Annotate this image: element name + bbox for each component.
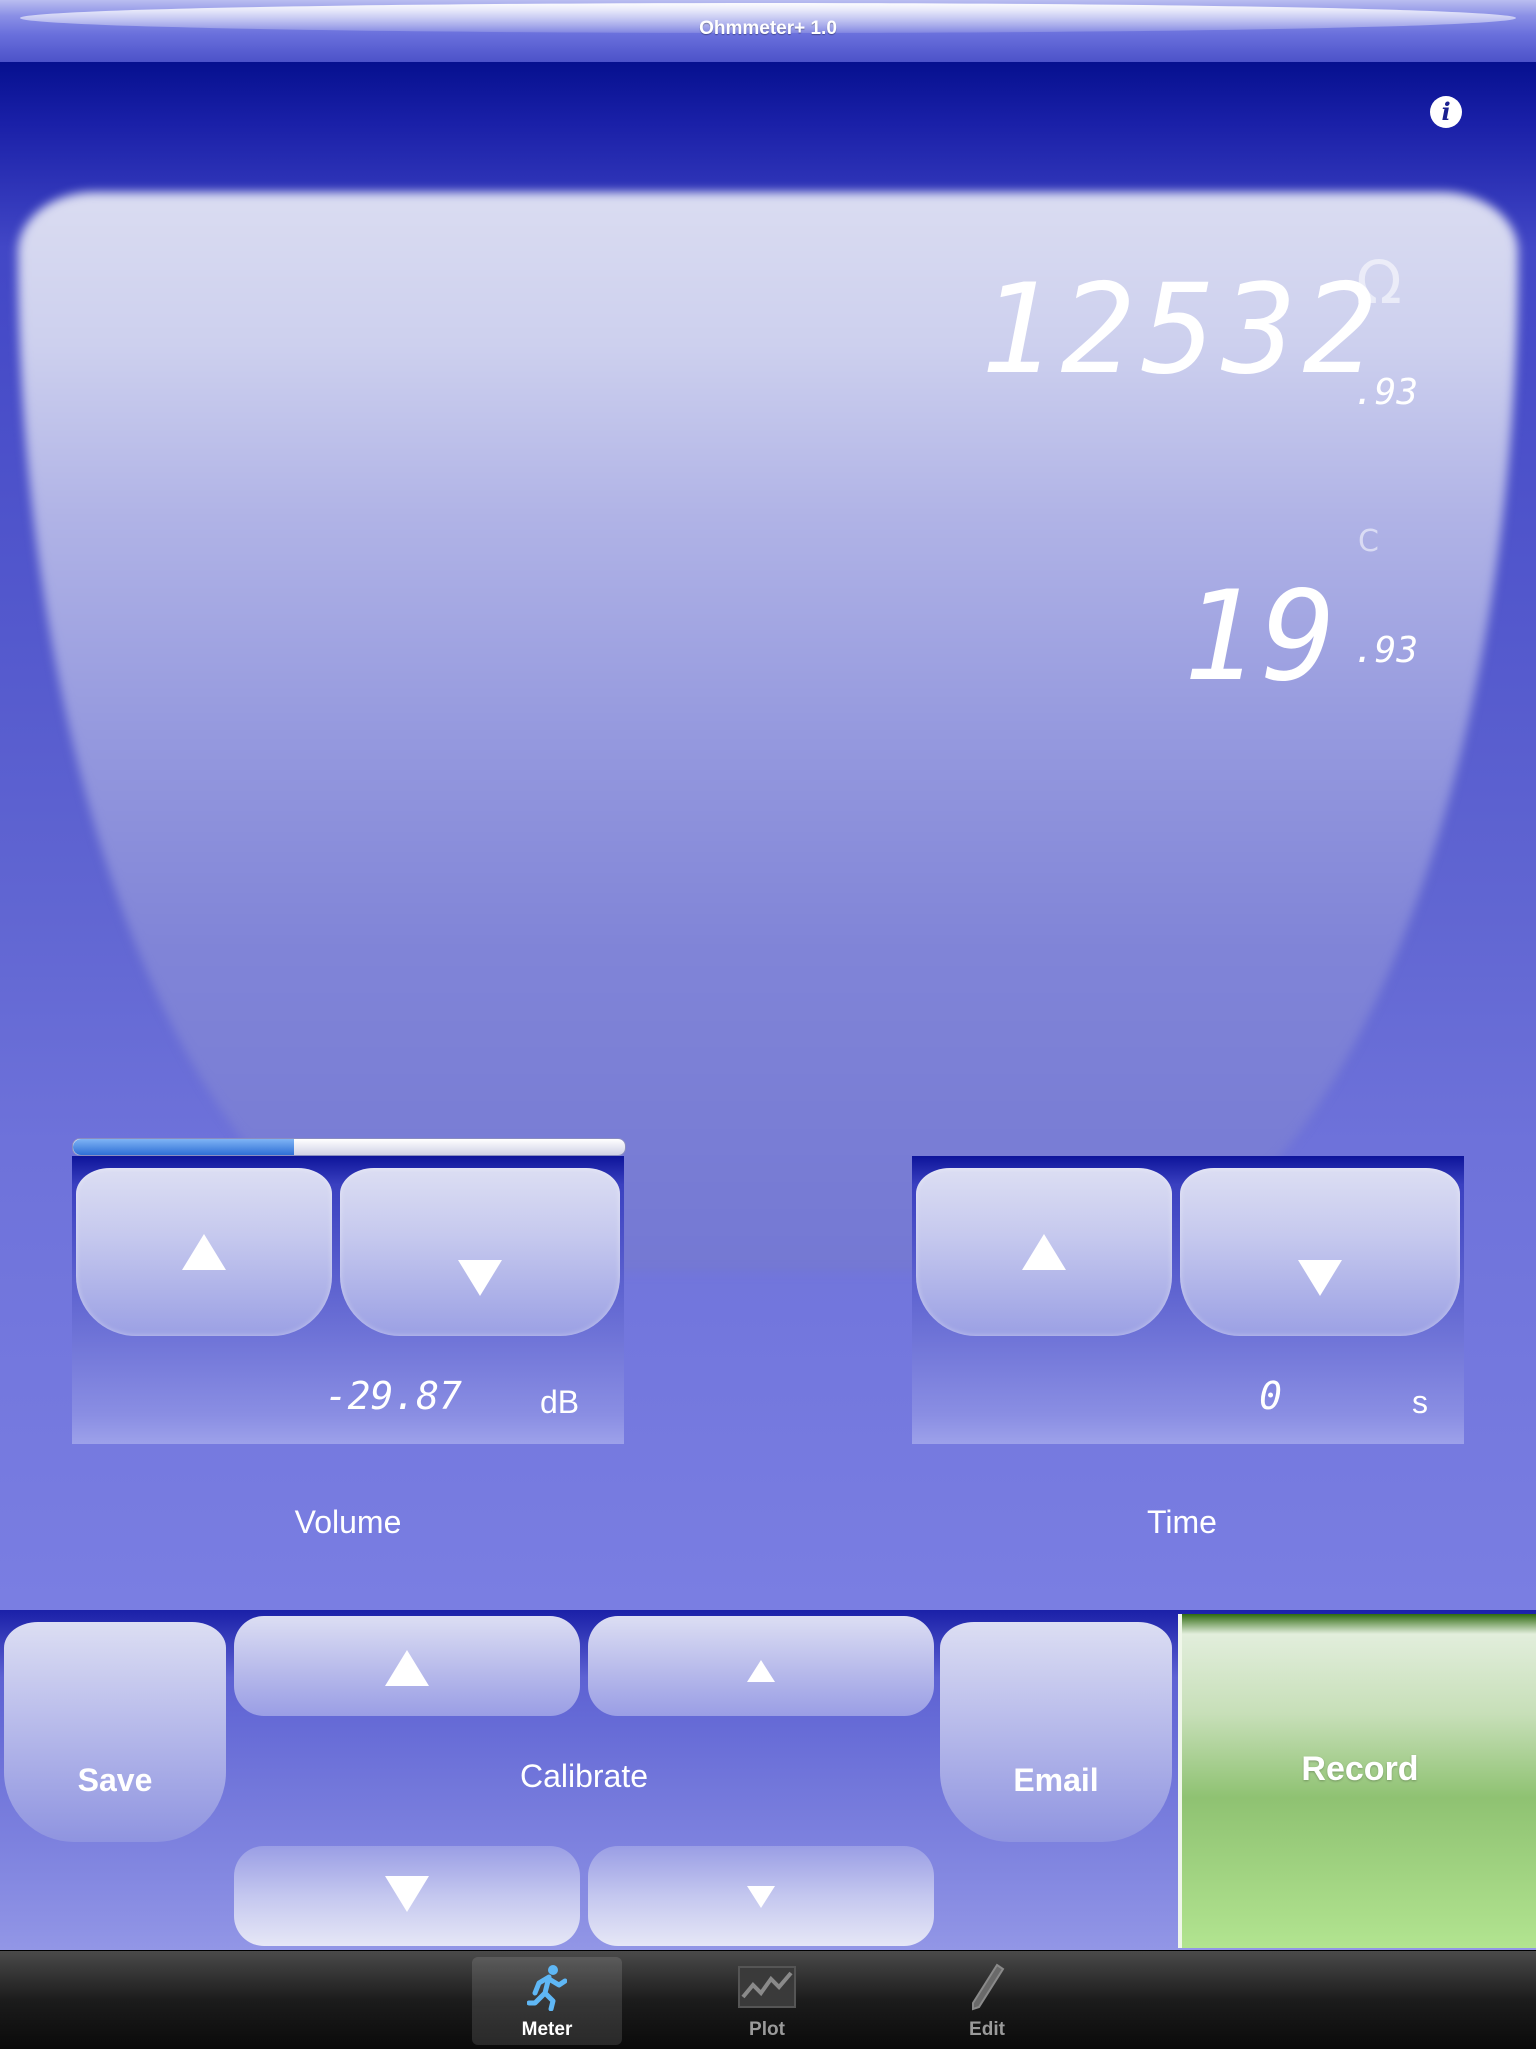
resistance-decimal: .93	[1352, 372, 1418, 413]
calibrate-down-coarse-button[interactable]	[234, 1846, 580, 1946]
time-caption: Time	[1147, 1504, 1217, 1540]
arrow-down-icon	[458, 1260, 502, 1296]
tab-bar: Meter Plot Edit	[0, 1950, 1536, 2049]
volume-down-button[interactable]	[340, 1168, 620, 1336]
volume-level-fill	[73, 1139, 294, 1155]
temperature-unit: C	[1358, 524, 1379, 559]
volume-level-bar	[72, 1138, 626, 1156]
volume-value: -29.87	[324, 1374, 462, 1418]
temperature-decimal: .93	[1352, 630, 1418, 671]
tab-edit[interactable]: Edit	[912, 1957, 1062, 2045]
save-label: Save	[77, 1762, 153, 1798]
tab-edit-label: Edit	[969, 2019, 1005, 2040]
volume-panel: -29.87 dB	[72, 1156, 624, 1444]
time-up-button[interactable]	[916, 1168, 1172, 1336]
running-man-icon	[527, 1965, 567, 2011]
record-label: Record	[1301, 1750, 1419, 1788]
line-plot-icon	[738, 1966, 796, 2008]
calibrate-label: Calibrate	[519, 1758, 649, 1794]
arrow-down-icon	[385, 1876, 429, 1912]
info-icon[interactable]: i	[1430, 96, 1462, 128]
arrow-up-icon	[1022, 1234, 1066, 1270]
calibrate-up-fine-button[interactable]	[588, 1616, 934, 1716]
arrow-up-icon	[747, 1660, 775, 1682]
time-down-button[interactable]	[1180, 1168, 1460, 1336]
email-button[interactable]: Email	[940, 1622, 1172, 1842]
time-value: 0	[1259, 1374, 1282, 1418]
time-unit: s	[1412, 1384, 1428, 1420]
volume-up-button[interactable]	[76, 1168, 332, 1336]
tab-plot[interactable]: Plot	[692, 1957, 842, 2045]
resistance-unit: Ω	[1356, 248, 1402, 318]
arrow-up-icon	[385, 1650, 429, 1686]
calibrate-up-coarse-button[interactable]	[234, 1616, 580, 1716]
arrow-down-icon	[1298, 1260, 1342, 1296]
pencil-icon	[972, 1963, 1005, 2011]
arrow-down-icon	[747, 1886, 775, 1908]
record-button[interactable]: Record	[1178, 1614, 1536, 1948]
calibrate-down-fine-button[interactable]	[588, 1846, 934, 1946]
app-title: Ohmmeter+ 1.0	[699, 18, 837, 39]
save-button[interactable]: Save	[4, 1622, 226, 1842]
email-label: Email	[1013, 1762, 1099, 1798]
tab-meter[interactable]: Meter	[472, 1957, 622, 2045]
temperature-value: 19	[1182, 565, 1340, 709]
volume-caption: Volume	[294, 1504, 402, 1540]
arrow-up-icon	[182, 1234, 226, 1270]
resistance-value: 12532	[980, 258, 1384, 402]
volume-unit: dB	[540, 1384, 580, 1420]
time-panel: 0 s	[912, 1156, 1464, 1444]
tab-plot-label: Plot	[749, 2019, 785, 2040]
tab-meter-label: Meter	[521, 2019, 573, 2040]
title-bar: Ohmmeter+ 1.0	[0, 0, 1536, 64]
calibrate-group: Calibrate	[230, 1614, 938, 1948]
